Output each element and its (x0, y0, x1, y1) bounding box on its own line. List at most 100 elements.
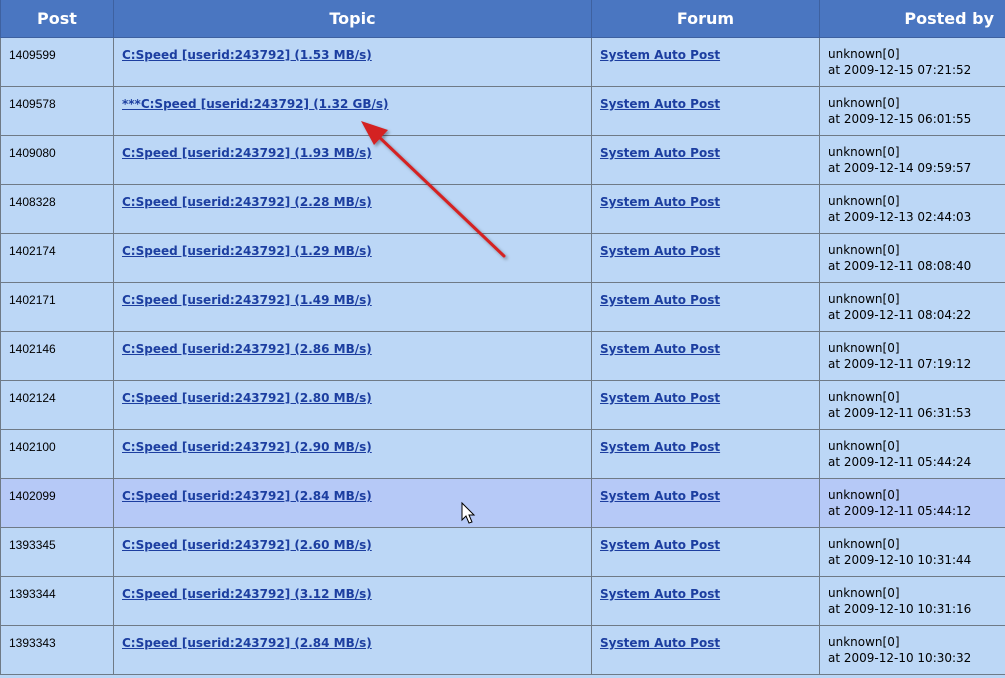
topic-link[interactable]: C:Speed [userid:243792] (1.53 MB/s) (122, 38, 372, 62)
forum-link[interactable]: System Auto Post (600, 87, 720, 111)
table-row: 1402124 C:Speed [userid:243792] (2.80 MB/… (0, 380, 1005, 430)
column-header-forum[interactable]: Forum (591, 0, 820, 38)
table-row: 1402174 C:Speed [userid:243792] (1.29 MB/… (0, 233, 1005, 283)
author-name: unknown[0] (828, 537, 900, 551)
forum-link[interactable]: System Auto Post (600, 136, 720, 160)
forum-cell: System Auto Post (591, 478, 820, 528)
post-cell: 1393343 (0, 625, 114, 675)
forum-cell: System Auto Post (591, 380, 820, 430)
post-number: 1393344 (9, 587, 56, 601)
posted-by-cell: unknown[0] at 2009-12-13 02:44:03 (819, 184, 1005, 234)
post-cell: 1402146 (0, 331, 114, 381)
post-number: 1409080 (9, 146, 56, 160)
topic-link[interactable]: C:Speed [userid:243792] (1.49 MB/s) (122, 283, 372, 307)
author-name: unknown[0] (828, 47, 900, 61)
post-number: 1402099 (9, 489, 56, 503)
topic-link[interactable]: C:Speed [userid:243792] (1.29 MB/s) (122, 234, 372, 258)
posts-table-body: 1409599 C:Speed [userid:243792] (1.53 MB/… (0, 37, 1005, 675)
post-number: 1402100 (9, 440, 56, 454)
posted-by-cell: unknown[0] at 2009-12-11 07:19:12 (819, 331, 1005, 381)
forum-link[interactable]: System Auto Post (600, 430, 720, 454)
author-name: unknown[0] (828, 194, 900, 208)
topic-link[interactable]: C:Speed [userid:243792] (2.90 MB/s) (122, 430, 372, 454)
post-cell: 1393345 (0, 527, 114, 577)
topic-cell: C:Speed [userid:243792] (1.49 MB/s) (113, 282, 592, 332)
author-name: unknown[0] (828, 243, 900, 257)
forum-link[interactable]: System Auto Post (600, 234, 720, 258)
post-number: 1393345 (9, 538, 56, 552)
author-name: unknown[0] (828, 96, 900, 110)
topic-cell: C:Speed [userid:243792] (3.12 MB/s) (113, 576, 592, 626)
column-header-posted-by[interactable]: Posted by (819, 0, 1005, 38)
author-name: unknown[0] (828, 145, 900, 159)
post-cell: 1409599 (0, 37, 114, 87)
forum-cell: System Auto Post (591, 625, 820, 675)
table-row: 1402099 C:Speed [userid:243792] (2.84 MB/… (0, 478, 1005, 528)
forum-link[interactable]: System Auto Post (600, 283, 720, 307)
author-name: unknown[0] (828, 635, 900, 649)
topic-link[interactable]: C:Speed [userid:243792] (1.93 MB/s) (122, 136, 372, 160)
author-name: unknown[0] (828, 390, 900, 404)
table-row: 1402100 C:Speed [userid:243792] (2.90 MB/… (0, 429, 1005, 479)
post-cell: 1408328 (0, 184, 114, 234)
forum-link[interactable]: System Auto Post (600, 626, 720, 650)
topic-link[interactable]: ***C:Speed [userid:243792] (1.32 GB/s) (122, 87, 388, 111)
topic-cell: C:Speed [userid:243792] (2.80 MB/s) (113, 380, 592, 430)
post-cell: 1402124 (0, 380, 114, 430)
post-date: at 2009-12-15 07:21:52 (828, 63, 972, 77)
post-cell: 1402099 (0, 478, 114, 528)
topic-link[interactable]: C:Speed [userid:243792] (2.84 MB/s) (122, 626, 372, 650)
column-header-post[interactable]: Post (0, 0, 114, 38)
topic-link[interactable]: C:Speed [userid:243792] (3.12 MB/s) (122, 577, 372, 601)
table-row: 1393343 C:Speed [userid:243792] (2.84 MB/… (0, 625, 1005, 675)
topic-link[interactable]: C:Speed [userid:243792] (2.60 MB/s) (122, 528, 372, 552)
post-date: at 2009-12-13 02:44:03 (828, 210, 972, 224)
post-cell: 1402174 (0, 233, 114, 283)
topic-cell: C:Speed [userid:243792] (1.53 MB/s) (113, 37, 592, 87)
author-name: unknown[0] (828, 586, 900, 600)
posted-by-cell: unknown[0] at 2009-12-15 06:01:55 (819, 86, 1005, 136)
author-name: unknown[0] (828, 439, 900, 453)
post-date: at 2009-12-11 05:44:24 (828, 455, 972, 469)
topic-cell: C:Speed [userid:243792] (2.90 MB/s) (113, 429, 592, 479)
post-number: 1402146 (9, 342, 56, 356)
topic-cell: C:Speed [userid:243792] (2.84 MB/s) (113, 478, 592, 528)
forum-link[interactable]: System Auto Post (600, 332, 720, 356)
post-date: at 2009-12-15 06:01:55 (828, 112, 972, 126)
forum-link[interactable]: System Auto Post (600, 528, 720, 552)
topic-link[interactable]: C:Speed [userid:243792] (2.86 MB/s) (122, 332, 372, 356)
forum-link[interactable]: System Auto Post (600, 185, 720, 209)
column-header-topic[interactable]: Topic (113, 0, 592, 38)
topic-link[interactable]: C:Speed [userid:243792] (2.84 MB/s) (122, 479, 372, 503)
post-date: at 2009-12-11 06:31:53 (828, 406, 972, 420)
forum-cell: System Auto Post (591, 233, 820, 283)
post-number: 1409578 (9, 97, 56, 111)
topic-link[interactable]: C:Speed [userid:243792] (2.80 MB/s) (122, 381, 372, 405)
topic-link[interactable]: C:Speed [userid:243792] (2.28 MB/s) (122, 185, 372, 209)
post-cell: 1402171 (0, 282, 114, 332)
post-date: at 2009-12-10 10:31:16 (828, 602, 972, 616)
posted-by-cell: unknown[0] at 2009-12-10 10:30:32 (819, 625, 1005, 675)
forum-link[interactable]: System Auto Post (600, 38, 720, 62)
forum-link[interactable]: System Auto Post (600, 479, 720, 503)
forum-link[interactable]: System Auto Post (600, 577, 720, 601)
topic-cell: C:Speed [userid:243792] (2.60 MB/s) (113, 527, 592, 577)
author-name: unknown[0] (828, 488, 900, 502)
forum-link[interactable]: System Auto Post (600, 381, 720, 405)
table-row: 1409080 C:Speed [userid:243792] (1.93 MB/… (0, 135, 1005, 185)
post-date: at 2009-12-10 10:30:32 (828, 651, 972, 665)
forum-cell: System Auto Post (591, 37, 820, 87)
posted-by-cell: unknown[0] at 2009-12-11 05:44:24 (819, 429, 1005, 479)
post-number: 1393343 (9, 636, 56, 650)
post-cell: 1402100 (0, 429, 114, 479)
post-number: 1402171 (9, 293, 56, 307)
table-row: 1409599 C:Speed [userid:243792] (1.53 MB/… (0, 37, 1005, 87)
post-date: at 2009-12-14 09:59:57 (828, 161, 972, 175)
post-date: at 2009-12-11 07:19:12 (828, 357, 972, 371)
table-row: 1408328 C:Speed [userid:243792] (2.28 MB/… (0, 184, 1005, 234)
posted-by-cell: unknown[0] at 2009-12-11 06:31:53 (819, 380, 1005, 430)
table-row: 1393344 C:Speed [userid:243792] (3.12 MB/… (0, 576, 1005, 626)
post-cell: 1409578 (0, 86, 114, 136)
post-number: 1409599 (9, 48, 56, 62)
posted-by-cell: unknown[0] at 2009-12-11 05:44:12 (819, 478, 1005, 528)
